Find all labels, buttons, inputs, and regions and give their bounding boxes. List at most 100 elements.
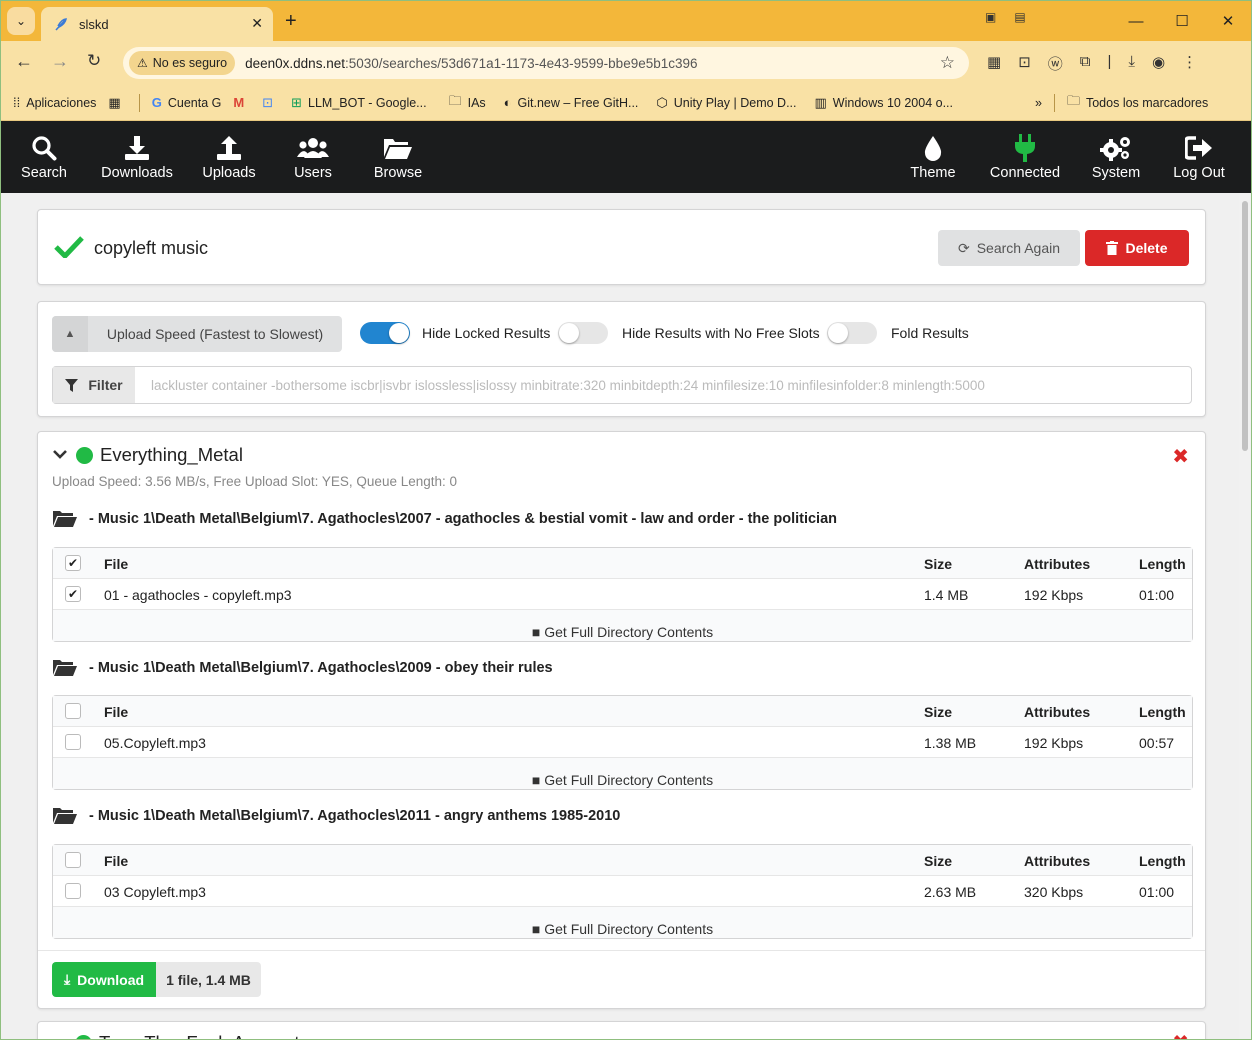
online-status-icon — [76, 446, 93, 464]
nav-browse[interactable]: Browse — [373, 121, 423, 193]
wordpress-icon[interactable]: ⓦ — [1048, 53, 1063, 74]
bookmark-windows[interactable]: ▥ Windows 10 2004 o... — [815, 95, 954, 111]
dismiss-result-icon[interactable]: ✖ — [1172, 1030, 1189, 1039]
get-full-directory-button[interactable]: ■ Get Full Directory Contents — [53, 758, 1192, 789]
nav-label: Uploads — [202, 165, 256, 181]
table-header-row: ✔ File Size Attributes Length — [53, 548, 1192, 579]
column-length[interactable]: Length — [1139, 556, 1186, 572]
file-table: ✔ File Size Attributes Length ✔ 01 - aga… — [52, 547, 1193, 642]
nav-label: Log Out — [1173, 165, 1225, 181]
nav-connected[interactable]: Connected — [989, 121, 1061, 193]
maximize-icon[interactable]: ☐ — [1159, 1, 1205, 41]
bookmark-ias[interactable]: 🗀 IAs — [449, 92, 486, 114]
bookmark-unity[interactable]: ⬡ Unity Play | Demo D... — [656, 95, 796, 111]
folder-icon: 🗀 — [1066, 92, 1080, 108]
column-file[interactable]: File — [104, 556, 128, 572]
url-text[interactable]: deen0x.ddns.net:5030/searches/53d671a1-1… — [245, 56, 697, 71]
nav-uploads[interactable]: Uploads — [201, 121, 257, 193]
result-header[interactable]: Tom_The_Fool_Account — [52, 1032, 300, 1039]
bookmark-grid[interactable]: ▦ — [108, 95, 126, 111]
bookmarks-overflow[interactable]: » — [1035, 96, 1042, 110]
security-chip[interactable]: ⚠ No es seguro — [129, 51, 236, 75]
nav-downloads[interactable]: Downloads — [101, 121, 173, 193]
select-all-checkbox[interactable] — [65, 852, 81, 868]
nav-theme[interactable]: Theme — [909, 121, 957, 193]
column-attributes[interactable]: Attributes — [1024, 704, 1090, 720]
page-scrollbar[interactable] — [1239, 193, 1251, 1039]
table-row[interactable]: 05.Copyleft.mp3 1.38 MB 192 Kbps 00:57 — [53, 727, 1192, 758]
fold-results-toggle[interactable] — [827, 322, 877, 344]
extension-icon[interactable]: ▦ — [987, 53, 1001, 74]
column-length[interactable]: Length — [1139, 704, 1186, 720]
get-full-directory-button[interactable]: ■ Get Full Directory Contents — [53, 610, 1192, 641]
bookmark-llm-bot[interactable]: ⊞ LLM_BOT - Google... — [291, 95, 426, 111]
bookmark-gitnew[interactable]: ◐ Git.new – Free GitH... — [504, 95, 639, 110]
bookmark-gmail[interactable]: M — [233, 95, 250, 110]
kebab-menu-icon[interactable]: ⋮ — [1182, 53, 1197, 74]
chevron-down-icon[interactable] — [52, 1032, 68, 1039]
column-size[interactable]: Size — [924, 556, 952, 572]
bookmark-translate[interactable]: ⊡ — [262, 95, 279, 111]
filter-input[interactable]: lackluster container -bothersome iscbr|i… — [135, 378, 1191, 393]
hide-locked-toggle[interactable] — [360, 322, 410, 344]
delete-button[interactable]: Delete — [1085, 230, 1189, 266]
download-icon[interactable]: ⤓ — [1128, 53, 1135, 74]
bookmark-star-icon[interactable]: ☆ — [940, 53, 955, 73]
close-tab-icon[interactable]: ✕ — [251, 15, 263, 32]
nav-logout[interactable]: Log Out — [1173, 121, 1225, 193]
translate-icon[interactable]: ⊡ — [1018, 53, 1031, 74]
result-header[interactable]: Everything_Metal — [52, 444, 243, 466]
bookmark-label: Windows 10 2004 o... — [832, 95, 954, 110]
nav-users[interactable]: Users — [291, 121, 335, 193]
nav-search[interactable]: Search — [21, 121, 67, 193]
column-attributes[interactable]: Attributes — [1024, 556, 1090, 572]
file-size: 2.63 MB — [924, 884, 977, 900]
scrollbar-thumb[interactable] — [1242, 201, 1248, 451]
hide-no-slots-toggle[interactable] — [558, 322, 608, 344]
minimize-icon[interactable]: — — [1113, 1, 1159, 41]
cogs-icon — [1100, 133, 1132, 163]
get-full-directory-button[interactable]: ■ Get Full Directory Contents — [53, 907, 1192, 938]
column-size[interactable]: Size — [924, 853, 952, 869]
file-length: 01:00 — [1139, 884, 1175, 900]
puzzle-icon[interactable]: ⧉ — [1080, 53, 1091, 74]
reload-icon[interactable]: ↻ — [87, 51, 101, 71]
nav-label: Search — [21, 165, 67, 181]
file-checkbox[interactable] — [65, 883, 81, 899]
column-file[interactable]: File — [104, 704, 128, 720]
toggle-knob — [559, 323, 579, 343]
select-all-checkbox[interactable]: ✔ — [65, 555, 81, 571]
forward-icon[interactable]: → — [51, 51, 69, 72]
apps-icon: ⁞⁞ — [13, 95, 21, 110]
column-size[interactable]: Size — [924, 704, 952, 720]
select-all-checkbox[interactable] — [65, 703, 81, 719]
dismiss-result-icon[interactable]: ✖ — [1172, 444, 1189, 469]
directory-path-text: - Music 1\Death Metal\Belgium\7. Agathoc… — [89, 808, 621, 824]
column-file[interactable]: File — [104, 853, 128, 869]
column-attributes[interactable]: Attributes — [1024, 853, 1090, 869]
funnel-icon — [65, 378, 79, 392]
profile-avatar-icon[interactable]: ◉ — [1152, 53, 1165, 74]
search-again-button[interactable]: ⟳ Search Again — [938, 230, 1080, 266]
address-bar[interactable]: ⚠ No es seguro deen0x.ddns.net:5030/sear… — [123, 47, 969, 79]
download-button-main[interactable]: ⤓ Download — [52, 962, 156, 997]
chevron-down-icon[interactable] — [52, 446, 68, 464]
bookmark-apps[interactable]: ⁞⁞ Aplicaciones — [13, 95, 96, 110]
browser-tab[interactable]: slskd ✕ — [41, 7, 273, 41]
nav-system[interactable]: System — [1091, 121, 1141, 193]
download-button[interactable]: ⤓ Download 1 file, 1.4 MB — [52, 962, 261, 997]
folder-open-icon — [53, 660, 77, 676]
new-tab-icon[interactable]: + — [285, 10, 297, 33]
tab-search-button[interactable]: ⌄ — [7, 7, 35, 35]
close-window-icon[interactable]: ✕ — [1205, 1, 1251, 41]
bookmark-cuenta[interactable]: G Cuenta G — [152, 95, 222, 110]
file-checkbox[interactable]: ✔ — [65, 586, 81, 602]
sort-dropdown[interactable]: ▲ Upload Speed (Fastest to Slowest) — [52, 316, 342, 352]
table-row[interactable]: ✔ 01 - agathocles - copyleft.mp3 1.4 MB … — [53, 579, 1192, 610]
back-icon[interactable]: ← — [15, 51, 33, 72]
column-length[interactable]: Length — [1139, 853, 1186, 869]
file-checkbox[interactable] — [65, 734, 81, 750]
window-extra-icons[interactable]: ▣▤ — [985, 10, 1044, 24]
bookmark-all[interactable]: 🗀 Todos los marcadores — [1067, 92, 1208, 114]
table-row[interactable]: 03 Copyleft.mp3 2.63 MB 320 Kbps 01:00 — [53, 876, 1192, 907]
